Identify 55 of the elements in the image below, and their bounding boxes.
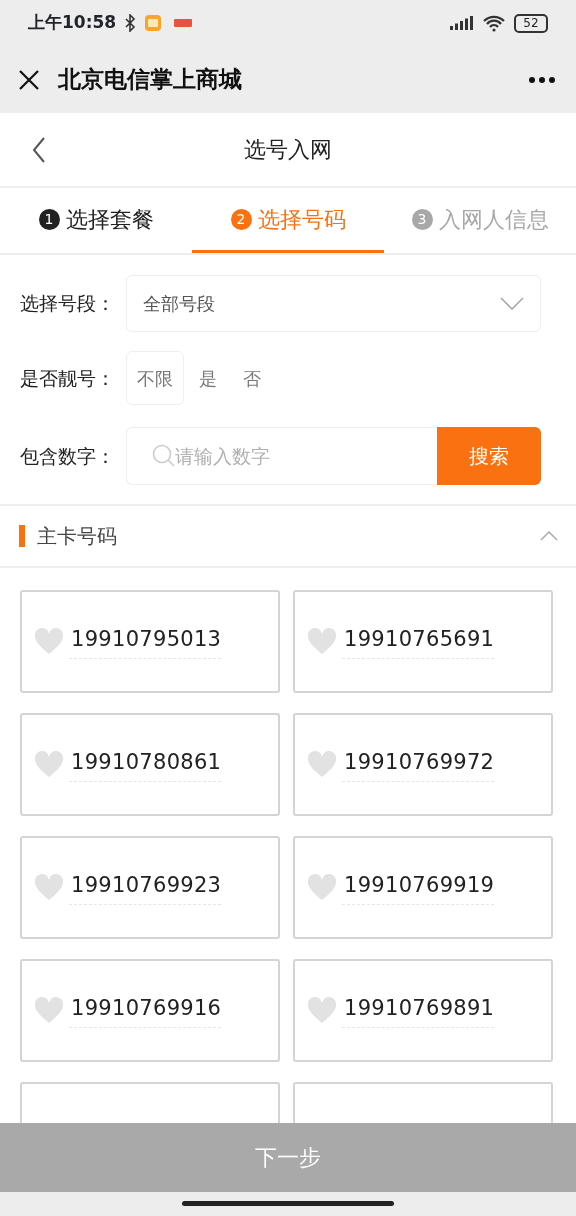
number-card[interactable]: 19910769972 [293,713,553,816]
phone-number: 19910795013 [69,624,222,659]
step-label: 入网人信息 [438,205,549,234]
phone-number: 19910769923 [69,870,222,905]
window-title: 北京电信掌上商城 [58,65,242,95]
phone-number: 19910765691 [342,624,495,659]
heart-icon[interactable] [34,751,64,778]
number-card[interactable]: 19910769919 [293,836,553,939]
step-number: 2 [230,208,252,230]
close-icon[interactable] [18,68,40,91]
more-icon[interactable] [528,75,556,84]
heart-icon[interactable] [307,874,337,901]
page-title: 选号入网 [244,136,332,164]
phone-number: 19910769972 [342,747,495,782]
number-card[interactable]: 19910765691 [293,590,553,693]
heart-icon[interactable] [307,997,337,1024]
app-notification-icon [144,14,163,32]
search-icon [152,444,176,468]
heart-icon[interactable] [34,628,64,655]
segment-select[interactable]: 全部号段 [126,275,541,332]
number-card[interactable]: 19910780861 [20,713,280,816]
chevron-down-icon [500,296,524,311]
digits-search-field[interactable]: 请输入数字 [126,427,437,485]
phone-number: 19910769916 [69,993,222,1028]
heart-icon[interactable] [34,997,64,1024]
status-time: 上午10:58 [28,11,117,35]
phone-number: 19910769919 [342,870,495,905]
step-label: 选择号码 [257,205,346,234]
phone-number: 19910780861 [69,747,222,782]
filter-option[interactable]: 否 [232,351,272,405]
chevron-up-icon[interactable] [540,531,558,541]
filter-option[interactable]: 不限 [126,351,184,405]
number-card[interactable]: 19910769916 [20,959,280,1062]
step-number: 1 [38,208,60,230]
section-title: 主卡号码 [37,523,118,550]
heart-icon[interactable] [34,874,64,901]
step-label: 选择套餐 [65,205,154,234]
filter-option[interactable]: 是 [188,351,228,405]
number-card[interactable]: 19910769891 [293,959,553,1062]
filter-label: 包含数字： [20,443,116,469]
phone-number: 19910769891 [342,993,495,1028]
back-icon[interactable] [32,137,46,163]
number-card[interactable]: 19910795013 [20,590,280,693]
step-tab[interactable]: 1 选择套餐 [0,188,192,253]
heart-icon[interactable] [307,628,337,655]
accent-bar [19,525,25,547]
wifi-icon [482,14,506,32]
battery-indicator: 52 [514,13,548,33]
signal-icon [450,14,474,32]
filter-label: 是否靓号： [20,365,116,391]
number-card[interactable]: 19910769923 [20,836,280,939]
heart-icon[interactable] [307,751,337,778]
filter-label: 选择号段： [20,291,116,317]
bluetooth-icon [124,14,137,32]
step-number: 3 [411,208,433,230]
